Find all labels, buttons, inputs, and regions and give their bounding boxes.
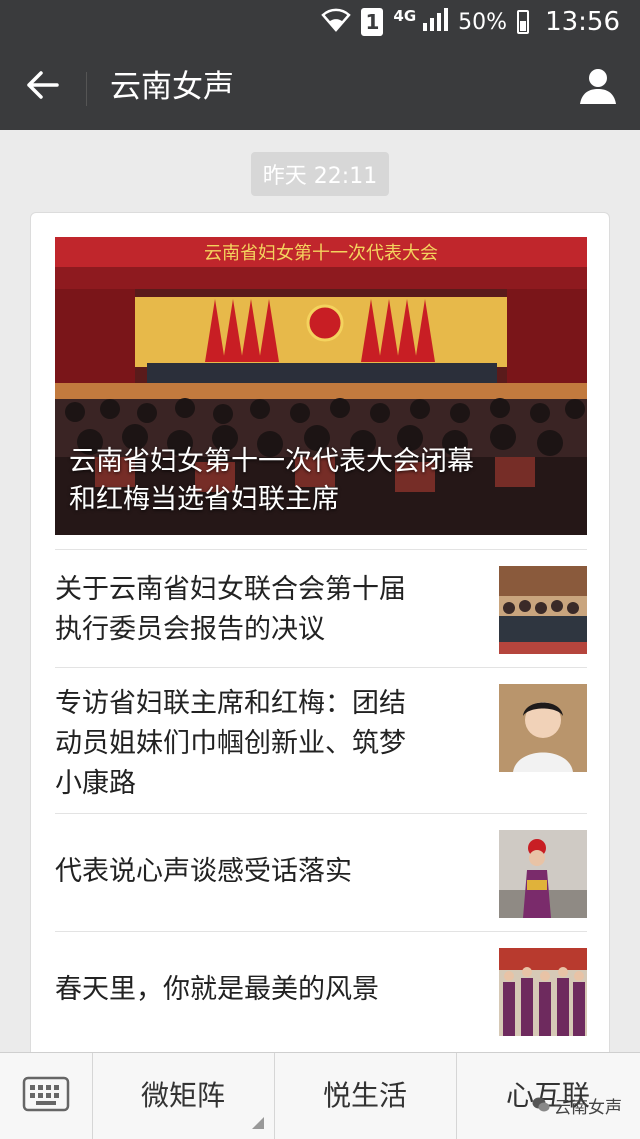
clock: 13:56 [545,7,620,37]
article-title-line3: 小康路 [55,768,136,799]
profile-button[interactable] [578,66,618,106]
menu-button-xinhulian[interactable]: 心互联 [456,1053,640,1139]
article-title: 专访省妇联主席和红梅：团结 动员姐妹们巾帼创新业、筑梦 小康路 [55,684,475,804]
article-title-line1: 关于云南省妇女联合会第十届 [55,574,406,605]
wifi-icon [321,6,352,38]
watermark: 云南女声 [532,1097,622,1118]
hero-title-line2: 和红梅当选省妇联主席 [69,484,339,515]
message-timestamp: 昨天 22:11 [250,152,390,196]
status-bar: 1 4G 50% 13:56 [0,0,640,44]
keyboard-toggle-button[interactable] [0,1053,93,1139]
menu-label: 微矩阵 [140,1079,225,1112]
article-title-line1: 代表说心声谈感受话落实 [55,856,352,887]
list-item[interactable]: 专访省妇联主席和红梅：团结 动员姐妹们巾帼创新业、筑梦 小康路 [55,667,587,814]
timestamp-wrap: 昨天 22:11 [0,152,640,196]
article-title: 关于云南省妇女联合会第十届 执行委员会报告的决议 [55,570,475,650]
hero-title: 云南省妇女第十一次代表大会闭幕 和红梅当选省妇联主席 [69,443,573,519]
page-title: 云南女声 [110,69,234,105]
menu-label: 悦生活 [322,1079,407,1112]
article-thumbnail [499,948,587,1036]
title-divider [86,72,87,106]
menu-button-weijuzhen[interactable]: 微矩阵 [92,1053,275,1139]
network-type: 4G [393,7,417,25]
hero-title-line1: 云南省妇女第十一次代表大会闭幕 [69,446,474,477]
hero-banner-text: 云南省妇女第十一次代表大会 [204,243,438,264]
title-bar: 云南女声 [0,44,640,130]
article-thumbnail [499,830,587,918]
battery-icon [517,10,530,34]
list-item[interactable]: 春天里，你就是最美的风景 [55,931,587,1050]
bottom-menu-bar: 微矩阵 悦生活 心互联 云南女声 [0,1052,640,1139]
article-card: 云南省妇女第十一次代表大会 云南省妇女第十一次代表大会闭幕 和红梅当选省妇联主席… [30,212,610,1092]
watermark-text: 云南女声 [554,1097,622,1118]
article-title: 春天里，你就是最美的风景 [55,970,475,1010]
submenu-indicator-icon [252,1117,264,1129]
article-thumbnail [499,684,587,772]
article-title: 代表说心声谈感受话落实 [55,852,475,892]
signal-icon [422,7,449,37]
sim-badge: 1 [361,8,384,36]
battery-percent: 50% [458,9,508,35]
article-thumbnail [499,566,587,654]
list-item[interactable]: 代表说心声谈感受话落实 [55,813,587,932]
list-item[interactable]: 关于云南省妇女联合会第十届 执行委员会报告的决议 [55,549,587,668]
article-title-line1: 专访省妇联主席和红梅：团结 [55,688,406,719]
keyboard-icon [22,1076,70,1116]
person-icon [578,69,618,110]
back-button[interactable] [20,64,66,110]
back-arrow-icon [27,71,59,103]
wechat-icon [532,1097,550,1118]
article-title-line1: 春天里，你就是最美的风景 [55,974,379,1005]
article-title-line2: 执行委员会报告的决议 [55,614,325,645]
article-title-line2: 动员姐妹们巾帼创新业、筑梦 [55,728,406,759]
hero-article[interactable]: 云南省妇女第十一次代表大会 云南省妇女第十一次代表大会闭幕 和红梅当选省妇联主席 [55,237,587,535]
menu-button-yueshenghuo[interactable]: 悦生活 [274,1053,457,1139]
